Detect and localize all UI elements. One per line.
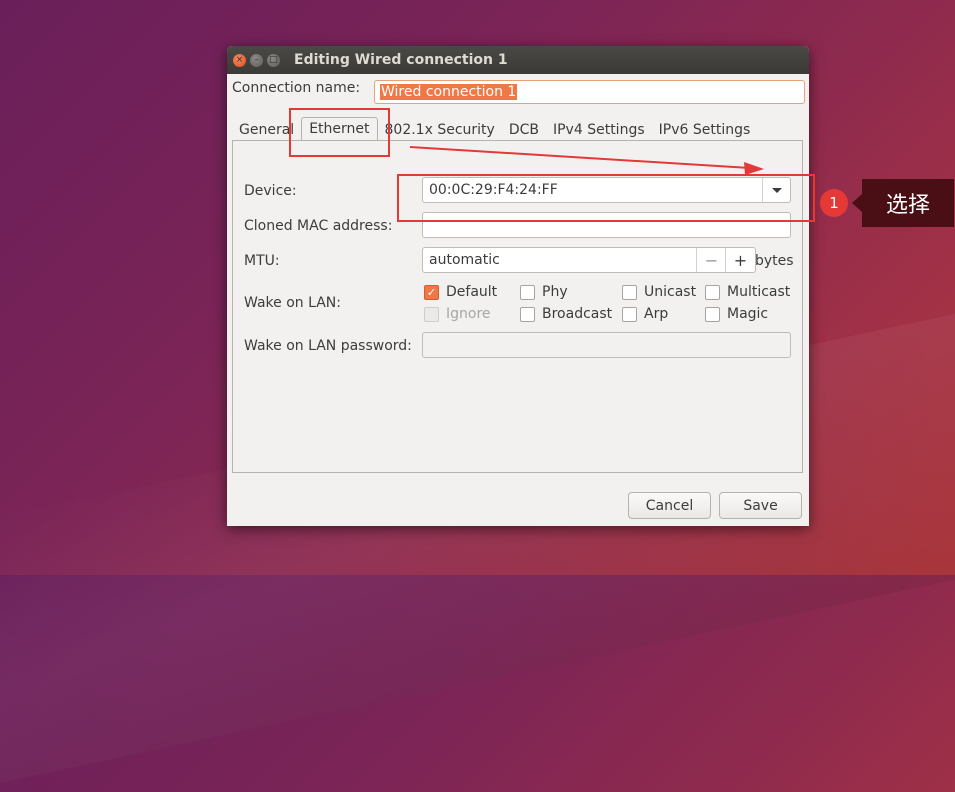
callout-pointer <box>852 194 862 212</box>
annotation-arrow <box>409 146 764 175</box>
step-number-badge: 1 <box>820 189 848 217</box>
callout-label: 选择 <box>862 179 954 227</box>
